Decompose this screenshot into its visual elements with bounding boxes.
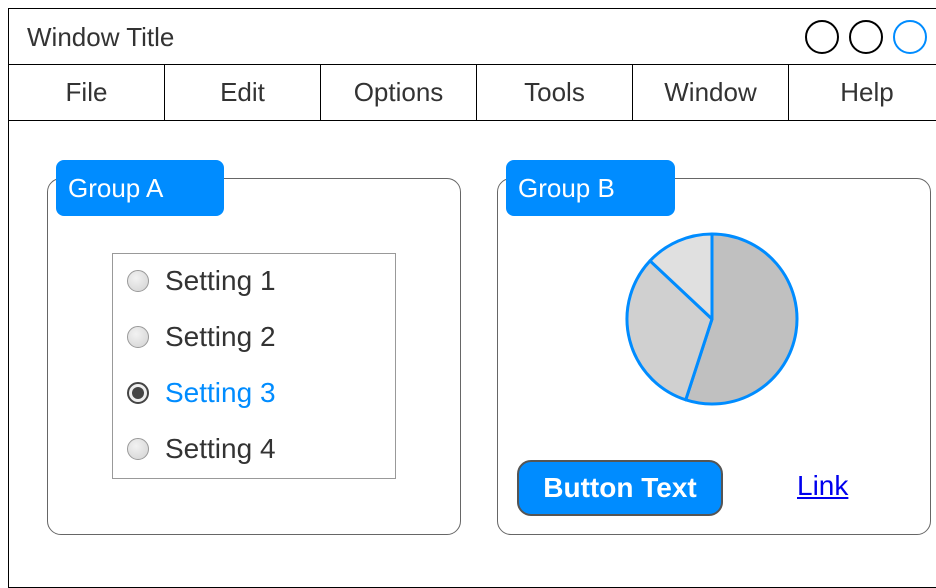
group-b-panel: Group B Button Text Link [497, 160, 931, 535]
link[interactable]: Link [797, 470, 848, 502]
setting-option-1[interactable]: Setting 1 [127, 263, 276, 299]
menu-item-edit[interactable]: Edit [165, 65, 321, 120]
menu-item-options[interactable]: Options [321, 65, 477, 120]
app-window: Window Title File Edit Options Tools Win… [8, 8, 936, 588]
setting-label-2: Setting 2 [165, 321, 276, 352]
action-button[interactable]: Button Text [517, 460, 723, 516]
radio-button-checked-icon[interactable] [127, 382, 149, 404]
group-b-title: Group B [506, 160, 675, 216]
setting-label-1: Setting 1 [165, 265, 276, 296]
settings-radio-list: Setting 1 Setting 2 Setting 3 Setting 4 [112, 253, 396, 479]
menu-item-window[interactable]: Window [633, 65, 789, 120]
radio-button-icon[interactable] [127, 270, 149, 292]
group-a-panel: Group A Setting 1 Setting 2 Setting 3 Se… [47, 160, 461, 535]
radio-button-icon[interactable] [127, 438, 149, 460]
window-title: Window Title [27, 22, 175, 52]
setting-label-3: Setting 3 [165, 377, 276, 408]
radio-button-icon[interactable] [127, 326, 149, 348]
menu-item-tools[interactable]: Tools [477, 65, 633, 120]
title-bar: Window Title [9, 9, 936, 65]
pie-chart [625, 232, 799, 406]
setting-option-2[interactable]: Setting 2 [127, 319, 276, 355]
setting-label-4: Setting 4 [165, 433, 276, 464]
setting-option-3[interactable]: Setting 3 [127, 375, 276, 411]
window-control-1[interactable] [805, 20, 839, 54]
window-control-2[interactable] [849, 20, 883, 54]
group-a-title: Group A [56, 160, 224, 216]
menu-item-help[interactable]: Help [789, 65, 936, 120]
menu-bar: File Edit Options Tools Window Help [9, 65, 936, 121]
menu-item-file[interactable]: File [9, 65, 165, 120]
window-control-3[interactable] [893, 20, 927, 54]
setting-option-4[interactable]: Setting 4 [127, 431, 276, 467]
